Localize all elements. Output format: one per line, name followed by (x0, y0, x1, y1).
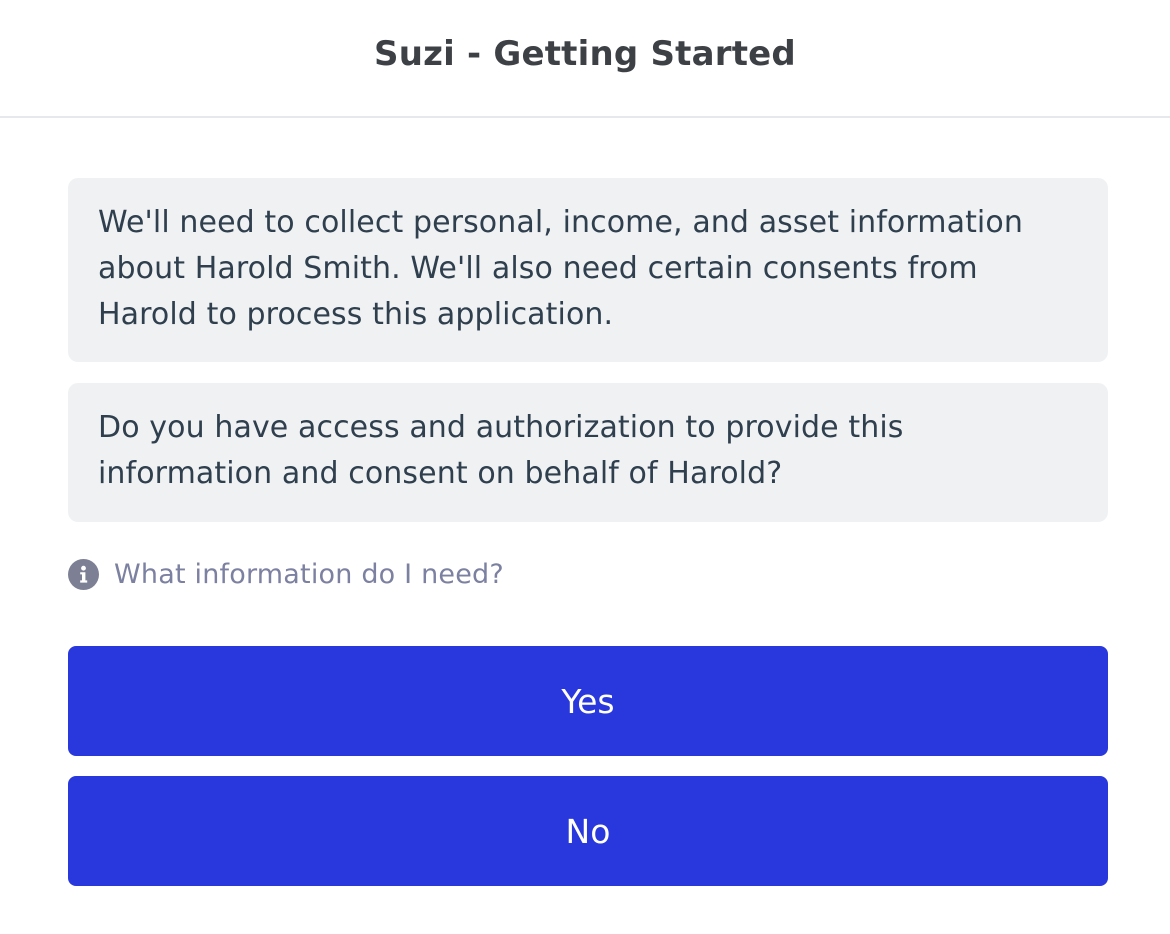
page-title: Suzi - Getting Started (374, 34, 796, 74)
no-button[interactable]: No (68, 776, 1108, 886)
what-information-link[interactable]: What information do I need? (68, 556, 504, 592)
message-text: Do you have access and authorization to … (98, 410, 904, 491)
top-bar: Suzi - Getting Started (0, 0, 1170, 118)
message-bubble-authorization-question: Do you have access and authorization to … (68, 383, 1108, 522)
message-text: We'll need to collect personal, income, … (98, 205, 1023, 332)
what-information-link-label: What information do I need? (114, 558, 504, 590)
message-bubble-collect-info: We'll need to collect personal, income, … (68, 178, 1108, 362)
getting-started-page: Suzi - Getting Started We'll need to col… (0, 0, 1170, 934)
info-icon (68, 558, 99, 590)
yes-button[interactable]: Yes (68, 646, 1108, 756)
